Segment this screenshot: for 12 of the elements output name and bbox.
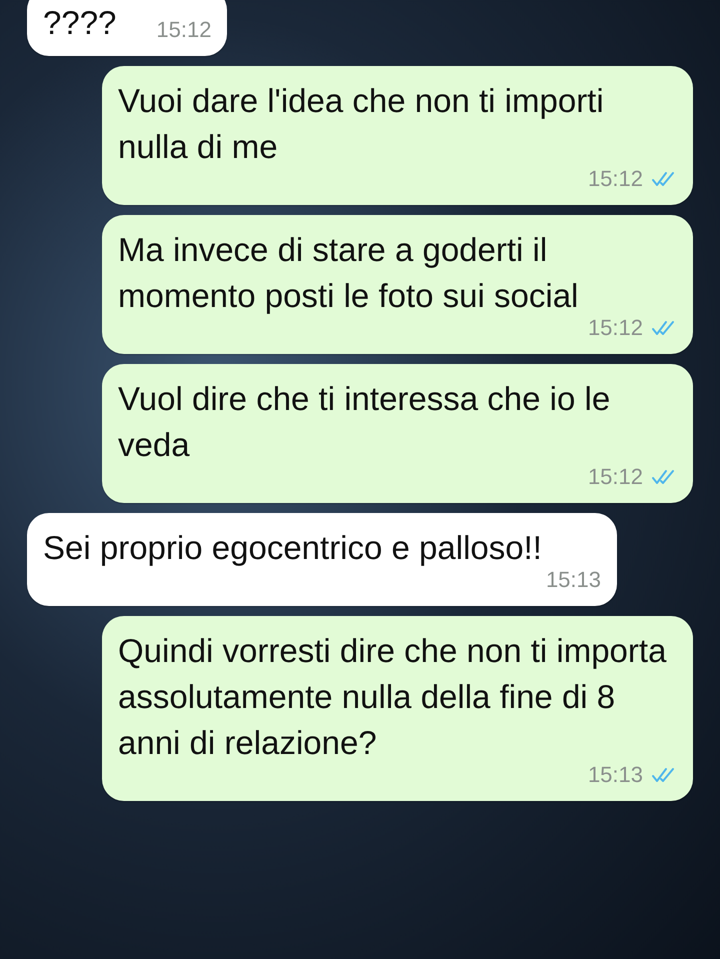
message-time: 15:12 xyxy=(588,463,643,491)
message-time: 15:13 xyxy=(588,761,643,789)
message-text: ???? xyxy=(43,3,116,43)
message-time: 15:12 xyxy=(588,314,643,342)
message-time: 15:12 xyxy=(156,16,212,44)
message-text: Vuoi dare l'idea che non ti importi nulla di me xyxy=(118,81,605,167)
message-time: 15:12 xyxy=(588,165,643,193)
message-time: 15:13 xyxy=(546,566,601,594)
message-text: Vuol dire che ti interessa che io le veda xyxy=(118,379,612,465)
message-text: Quindi vorresti dire che non ti importa assolutamente nulla della fine di 8 anni di relazione? xyxy=(118,631,668,763)
message-text: Ma invece di stare a goderti il momento posti le foto sui social xyxy=(118,230,580,316)
message-text: Sei proprio egocentrico e palloso!! xyxy=(43,528,543,568)
